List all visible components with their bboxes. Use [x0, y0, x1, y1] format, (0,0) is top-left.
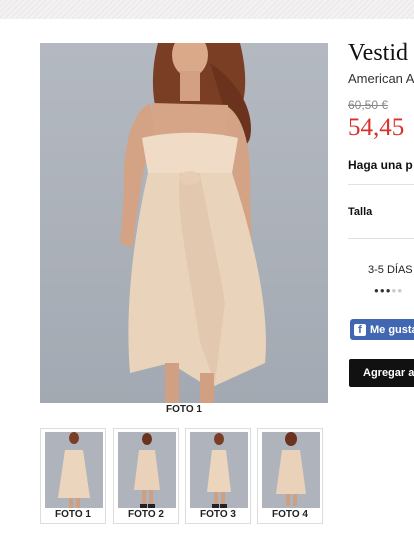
facebook-like-button[interactable]: f Me gusta: [350, 319, 414, 340]
facebook-icon: f: [354, 323, 366, 336]
delivery-indicator: ●●●●●: [374, 286, 403, 295]
divider: [348, 238, 414, 239]
thumbnail-3[interactable]: FOTO 3: [185, 428, 251, 524]
product-brand[interactable]: American A: [348, 71, 414, 86]
thumbnail-3-caption: FOTO 3: [200, 509, 236, 520]
divider: [348, 184, 414, 185]
old-price: 60,50 €: [348, 98, 389, 112]
like-label: Me gusta: [370, 323, 414, 336]
thumbnail-4-caption: FOTO 4: [272, 509, 308, 520]
ask-question-link[interactable]: Haga una p: [348, 158, 413, 172]
thumbnail-4-image: [262, 432, 320, 508]
thumbnail-2[interactable]: FOTO 2: [113, 428, 179, 524]
thumbnail-1[interactable]: FOTO 1: [40, 428, 106, 524]
product-title: Vestid: [348, 40, 408, 66]
thumbnail-1-image: [45, 432, 103, 508]
thumbnail-4[interactable]: FOTO 4: [257, 428, 323, 524]
thumbnail-2-caption: FOTO 2: [128, 509, 164, 520]
header-stripe: [0, 0, 414, 19]
add-to-cart-button[interactable]: Agregar a: [349, 359, 414, 387]
main-product-photo[interactable]: [40, 43, 328, 403]
thumbnail-1-caption: FOTO 1: [55, 509, 91, 520]
delivery-time: 3-5 DÍAS: [368, 264, 413, 276]
model-illustration: [40, 43, 328, 403]
size-label: Talla: [348, 206, 373, 218]
thumbnail-2-image: [118, 432, 176, 508]
add-to-cart-label: Agregar a: [363, 367, 414, 379]
thumbnail-3-image: [190, 432, 248, 508]
delivery-dot-empty: ●: [397, 286, 404, 295]
main-photo-caption: FOTO 1: [166, 404, 202, 415]
current-price: 54,45: [348, 114, 405, 141]
